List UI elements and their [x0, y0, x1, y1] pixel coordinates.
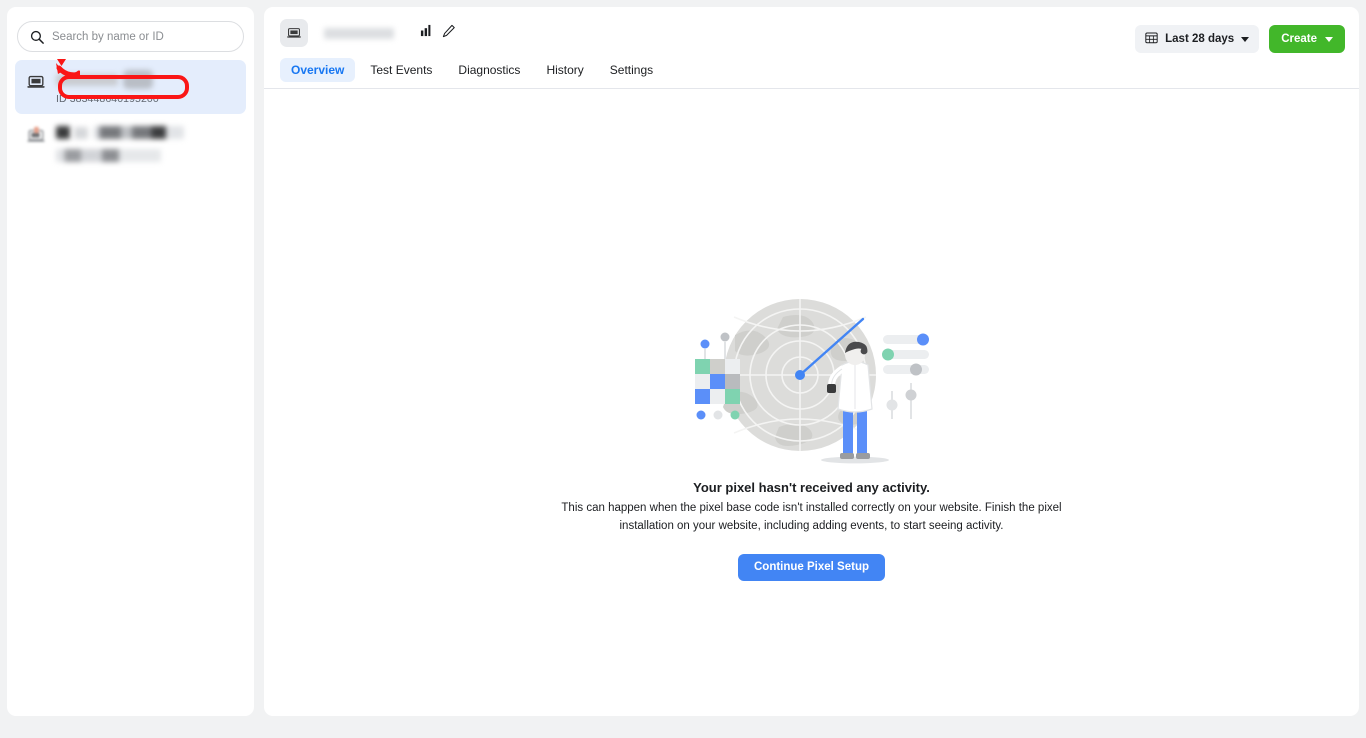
pixel-sub-redacted — [56, 142, 236, 162]
tab-history[interactable]: History — [535, 58, 594, 82]
tab-bar: Overview Test Events Diagnostics History… — [280, 58, 1343, 88]
header-divider — [264, 88, 1359, 89]
pixel-list: ID 383448640195200 — [15, 60, 246, 171]
empty-state: Your pixel hasn't received any activity.… — [264, 89, 1359, 716]
date-range-button[interactable]: Last 28 days — [1135, 25, 1259, 53]
search-input[interactable] — [52, 31, 231, 43]
header-actions: Last 28 days Create — [1135, 25, 1345, 53]
date-range-label: Last 28 days — [1165, 33, 1234, 45]
laptop-icon — [280, 19, 308, 47]
tab-settings[interactable]: Settings — [599, 58, 664, 82]
pixel-title-redacted — [324, 28, 394, 39]
pixel-id-label: ID 383448640195200 — [56, 93, 236, 105]
list-item[interactable]: ID 383448640195200 — [15, 60, 246, 114]
chevron-down-icon — [1325, 37, 1333, 42]
list-item-meta — [56, 123, 236, 162]
list-item-meta: ID 383448640195200 — [56, 69, 236, 105]
pixel-laptop-icon — [25, 71, 47, 93]
title-action-icons — [420, 24, 456, 43]
calendar-icon — [1145, 31, 1158, 47]
app-window: ID 383448640195200 — [0, 0, 1366, 738]
pixel-name-redacted — [56, 124, 236, 142]
tab-diagnostics[interactable]: Diagnostics — [447, 58, 531, 82]
pixel-name-redacted — [56, 70, 236, 89]
pixel-laptop-icon — [25, 125, 47, 147]
pencil-icon[interactable] — [442, 24, 456, 43]
continue-pixel-setup-button[interactable]: Continue Pixel Setup — [738, 554, 885, 581]
tab-test-events[interactable]: Test Events — [359, 58, 443, 82]
bar-chart-icon[interactable] — [420, 24, 433, 42]
chevron-down-icon — [1241, 37, 1249, 42]
empty-state-title: Your pixel hasn't received any activity. — [693, 480, 930, 495]
search-box[interactable] — [17, 21, 244, 52]
main-header: Last 28 days Create Overview Test Events… — [264, 7, 1359, 89]
create-button[interactable]: Create — [1269, 25, 1345, 53]
radar-globe-with-person-illustration — [687, 287, 937, 472]
sidebar-panel: ID 383448640195200 — [7, 7, 254, 716]
search-icon — [30, 30, 44, 44]
list-item[interactable] — [15, 114, 246, 171]
create-button-label: Create — [1281, 33, 1317, 45]
main-panel: Last 28 days Create Overview Test Events… — [264, 7, 1359, 716]
empty-state-description: This can happen when the pixel base code… — [548, 500, 1076, 536]
tab-overview[interactable]: Overview — [280, 58, 355, 82]
